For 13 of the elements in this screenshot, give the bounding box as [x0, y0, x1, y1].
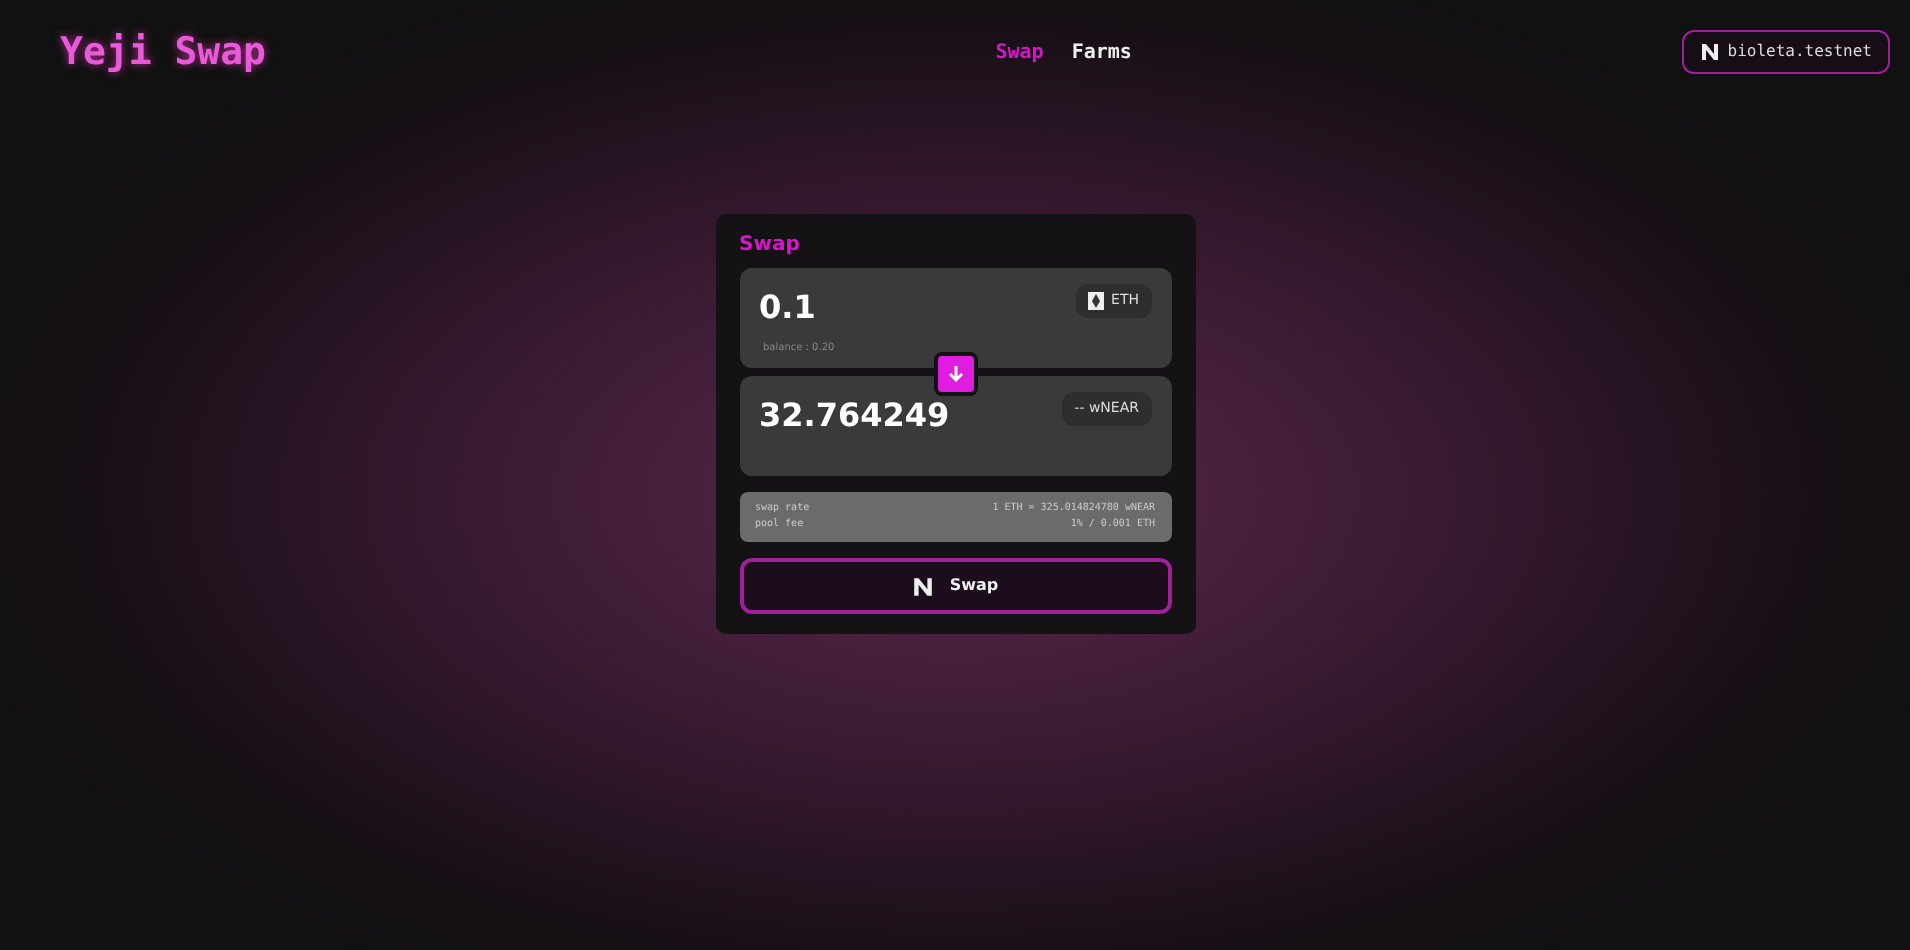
arrow-down-icon [945, 364, 965, 384]
ethereum-icon [1087, 291, 1104, 310]
card-title: Swap [739, 232, 802, 260]
near-logo-icon [911, 575, 934, 597]
near-logo-icon [1699, 42, 1720, 62]
account-button[interactable]: bioleta.testnet [1681, 30, 1890, 74]
swap-button[interactable]: Swap [739, 558, 1171, 614]
swap-direction-button[interactable] [933, 352, 977, 396]
nav-tab[interactable]: Swap [989, 37, 1050, 67]
nav-tab[interactable]: Farms [1065, 37, 1138, 67]
amount-field[interactable]: 0.1 [759, 284, 816, 332]
amount-field[interactable]: 32.764249 [759, 392, 950, 440]
brand-logo: Yeji Swap [60, 27, 266, 78]
